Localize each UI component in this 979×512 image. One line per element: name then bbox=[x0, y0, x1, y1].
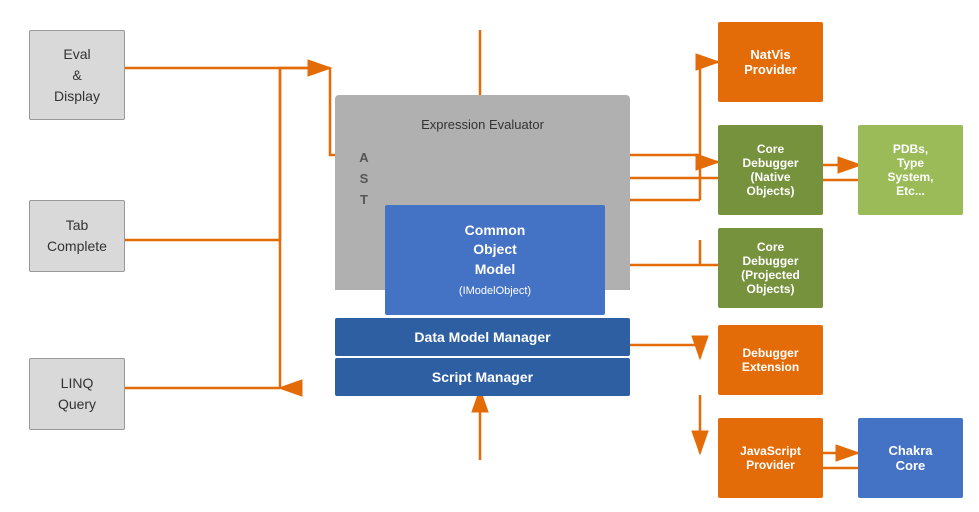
common-object-model-box: CommonObjectModel(IModelObject) bbox=[385, 205, 605, 315]
chakra-core-label: ChakraCore bbox=[888, 443, 932, 473]
script-manager-box: Script Manager bbox=[335, 358, 630, 396]
natvis-provider-label: NatVisProvider bbox=[744, 47, 797, 77]
tab-complete-label: TabComplete bbox=[47, 215, 107, 257]
expression-evaluator-box: Expression Evaluator bbox=[355, 105, 610, 143]
core-debugger-projected-label: CoreDebugger(ProjectedObjects) bbox=[741, 240, 800, 296]
script-manager-label: Script Manager bbox=[432, 369, 533, 385]
debugger-extension-box: DebuggerExtension bbox=[718, 325, 823, 395]
data-model-manager-label: Data Model Manager bbox=[414, 329, 550, 345]
chakra-core-box: ChakraCore bbox=[858, 418, 963, 498]
pdbs-label: PDBs,TypeSystem,Etc... bbox=[887, 142, 933, 198]
expression-evaluator-label: Expression Evaluator bbox=[421, 117, 544, 132]
core-debugger-projected-box: CoreDebugger(ProjectedObjects) bbox=[718, 228, 823, 308]
core-debugger-native-label: CoreDebugger(NativeObjects) bbox=[742, 142, 798, 198]
natvis-provider-box: NatVisProvider bbox=[718, 22, 823, 102]
pdbs-box: PDBs,TypeSystem,Etc... bbox=[858, 125, 963, 215]
ast-label: AST bbox=[350, 148, 378, 210]
linq-query-box: LINQQuery bbox=[29, 358, 125, 430]
tab-complete-box: TabComplete bbox=[29, 200, 125, 272]
data-model-manager-box: Data Model Manager bbox=[335, 318, 630, 356]
core-debugger-native-box: CoreDebugger(NativeObjects) bbox=[718, 125, 823, 215]
javascript-provider-box: JavaScriptProvider bbox=[718, 418, 823, 498]
eval-display-label: Eval&Display bbox=[54, 44, 100, 107]
common-object-model-label: CommonObjectModel(IModelObject) bbox=[459, 221, 531, 299]
debugger-extension-label: DebuggerExtension bbox=[742, 346, 799, 374]
javascript-provider-label: JavaScriptProvider bbox=[740, 444, 801, 472]
diagram: Eval&Display TabComplete LINQQuery Expre… bbox=[0, 0, 979, 512]
eval-display-box: Eval&Display bbox=[29, 30, 125, 120]
linq-query-label: LINQQuery bbox=[58, 373, 96, 415]
